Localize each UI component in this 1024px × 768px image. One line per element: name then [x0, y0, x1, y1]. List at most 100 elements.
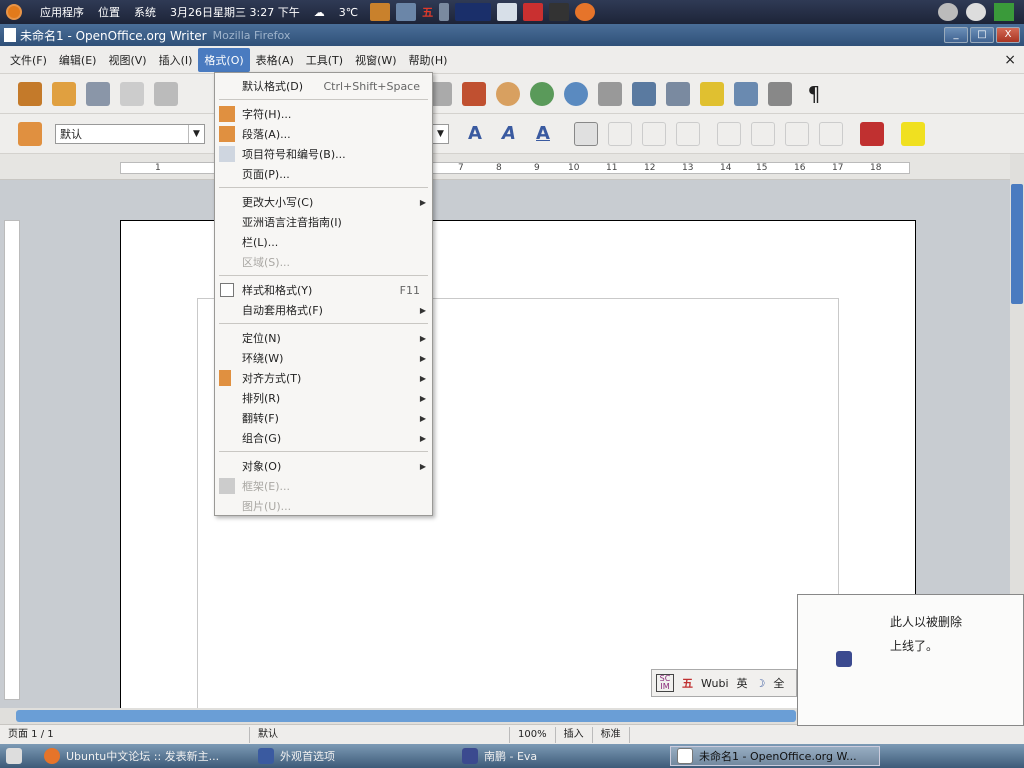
menu-item-alignment[interactable]: 对齐方式(T) ▶ [215, 368, 432, 388]
ime-lang[interactable]: 英 [737, 675, 748, 691]
chevron-down-icon[interactable]: ▼ [188, 124, 204, 143]
weather-icon[interactable]: ☁ [314, 6, 325, 19]
bullets-icon[interactable] [751, 121, 775, 146]
menu-table[interactable]: 表格(A) [250, 48, 300, 72]
decrease-indent-icon[interactable] [785, 121, 809, 146]
task-appearance[interactable]: 外观首选项 [252, 746, 452, 766]
menu-item-flip[interactable]: 翻转(F) ▶ [215, 408, 432, 428]
scroll-thumb[interactable] [16, 710, 796, 722]
status-insert[interactable]: 插入 [556, 726, 593, 743]
menu-item-default-format[interactable]: 默认格式(D) Ctrl+Shift+Space [215, 76, 432, 96]
show-desktop-icon[interactable] [0, 746, 34, 766]
volume-icon[interactable] [439, 3, 450, 21]
app-launcher-icon[interactable] [523, 3, 544, 21]
datasource-icon[interactable] [768, 81, 792, 106]
find-replace-icon[interactable] [666, 81, 690, 106]
highlight-icon[interactable] [901, 121, 925, 146]
underline-icon[interactable]: A [531, 122, 555, 146]
save-icon[interactable] [86, 81, 110, 106]
menu-item-asian-phonetic[interactable]: 亚洲语言注音指南(I) [215, 212, 432, 232]
ubuntu-logo-icon[interactable] [6, 4, 22, 20]
status-standard[interactable]: 标准 [593, 726, 630, 743]
align-left-icon[interactable] [574, 121, 598, 146]
system-monitor-icon[interactable] [455, 3, 492, 21]
numbering-icon[interactable] [717, 121, 741, 146]
font-color-icon[interactable] [860, 121, 884, 146]
redo-icon[interactable] [530, 81, 554, 106]
menu-item-styles-formatting[interactable]: 样式和格式(Y) F11 [215, 280, 432, 300]
panel-menu-applications[interactable]: 应用程序 [40, 4, 84, 20]
menu-item-autoformat[interactable]: 自动套用格式(F) ▶ [215, 300, 432, 320]
task-writer[interactable]: 未命名1 - OpenOffice.org W... [670, 746, 880, 766]
new-document-icon[interactable] [18, 81, 42, 106]
hyperlink-icon[interactable] [564, 81, 588, 106]
navigator-icon[interactable] [700, 81, 724, 106]
window-titlebar[interactable]: 未命名1 - OpenOffice.org Writer Mozilla Fir… [0, 24, 1024, 46]
menu-insert[interactable]: 插入(I) [153, 48, 199, 72]
ime-wubi[interactable]: Wubi [701, 677, 729, 690]
edit-file-icon[interactable] [154, 81, 178, 106]
firefox-icon[interactable] [575, 3, 596, 21]
bold-icon[interactable]: A [463, 122, 487, 146]
align-center-icon[interactable] [608, 121, 632, 146]
task-firefox[interactable]: Ubuntu中文论坛 :: 发表新主... [38, 746, 248, 766]
menu-window[interactable]: 视窗(W) [349, 48, 402, 72]
paragraph-style-select[interactable]: 默认 ▼ [55, 123, 205, 144]
exit-icon[interactable] [994, 3, 1014, 21]
justify-icon[interactable] [676, 121, 700, 146]
task-eva[interactable]: 南鹏 - Eva [456, 746, 666, 766]
italic-icon[interactable]: A [497, 122, 521, 146]
gallery-icon[interactable] [734, 81, 758, 106]
menu-format[interactable]: 格式(O) [198, 47, 250, 72]
panel-menu-system[interactable]: 系统 [134, 4, 156, 20]
menu-tools[interactable]: 工具(T) [300, 48, 349, 72]
checkbox-icon[interactable] [220, 283, 234, 297]
menu-item-change-case[interactable]: 更改大小写(C) ▶ [215, 192, 432, 212]
menu-item-paragraph[interactable]: 段落(A)... [215, 124, 432, 144]
menu-edit[interactable]: 编辑(E) [53, 48, 103, 72]
ime-full[interactable]: 全 [773, 675, 784, 691]
table-icon[interactable] [598, 81, 622, 106]
menu-item-group[interactable]: 组合(G) ▶ [215, 428, 432, 448]
scroll-thumb[interactable] [1011, 184, 1023, 304]
terminal-icon[interactable] [549, 3, 570, 21]
scim-logo-icon[interactable]: SC IM [656, 674, 674, 692]
styles-icon[interactable] [18, 121, 42, 146]
maximize-button[interactable]: □ [970, 27, 994, 43]
ime-indicator[interactable]: 五 [422, 4, 433, 20]
gear-icon[interactable] [966, 3, 986, 21]
menu-item-columns[interactable]: 栏(L)... [215, 232, 432, 252]
status-zoom[interactable]: 100% [510, 726, 556, 743]
email-icon[interactable] [120, 81, 144, 106]
menu-item-object[interactable]: 对象(O) ▶ [215, 456, 432, 476]
horizontal-ruler[interactable]: 1 7 8 9 10 11 12 13 14 15 16 17 18 [0, 154, 1024, 180]
close-document-icon[interactable]: × [1004, 52, 1016, 68]
menu-item-bullets-numbering[interactable]: 项目符号和编号(B)... [215, 144, 432, 164]
menu-help[interactable]: 帮助(H) [403, 48, 454, 72]
draw-functions-icon[interactable] [632, 81, 656, 106]
pilcrow-icon[interactable]: ¶ [802, 82, 826, 106]
menu-item-character[interactable]: 字符(H)... [215, 104, 432, 124]
vertical-ruler[interactable] [4, 220, 20, 700]
close-button[interactable]: X [996, 27, 1020, 43]
panel-clock[interactable]: 3月26日星期三 3:27 下午 [170, 4, 300, 20]
network-icon[interactable] [396, 3, 417, 21]
increase-indent-icon[interactable] [819, 121, 843, 146]
menu-item-anchor[interactable]: 定位(N) ▶ [215, 328, 432, 348]
menu-item-wrap[interactable]: 环绕(W) ▶ [215, 348, 432, 368]
notification-popup[interactable]: 此人以被删除 上线了。 [797, 594, 1024, 726]
align-right-icon[interactable] [642, 121, 666, 146]
menu-file[interactable]: 文件(F) [4, 48, 53, 72]
undo-icon[interactable] [496, 81, 520, 106]
screenshot-icon[interactable] [497, 3, 518, 21]
open-folder-icon[interactable] [52, 81, 76, 106]
chevron-down-icon[interactable]: ▼ [432, 124, 448, 143]
format-paintbrush-icon[interactable] [462, 81, 486, 106]
status-style[interactable]: 默认 [250, 726, 510, 743]
half-width-icon[interactable]: ☽ [756, 677, 766, 690]
settings-icon[interactable] [938, 3, 958, 21]
menu-item-arrange[interactable]: 排列(R) ▶ [215, 388, 432, 408]
user-icon[interactable] [370, 3, 391, 21]
minimize-button[interactable]: _ [944, 27, 968, 43]
menu-item-page[interactable]: 页面(P)... [215, 164, 432, 184]
